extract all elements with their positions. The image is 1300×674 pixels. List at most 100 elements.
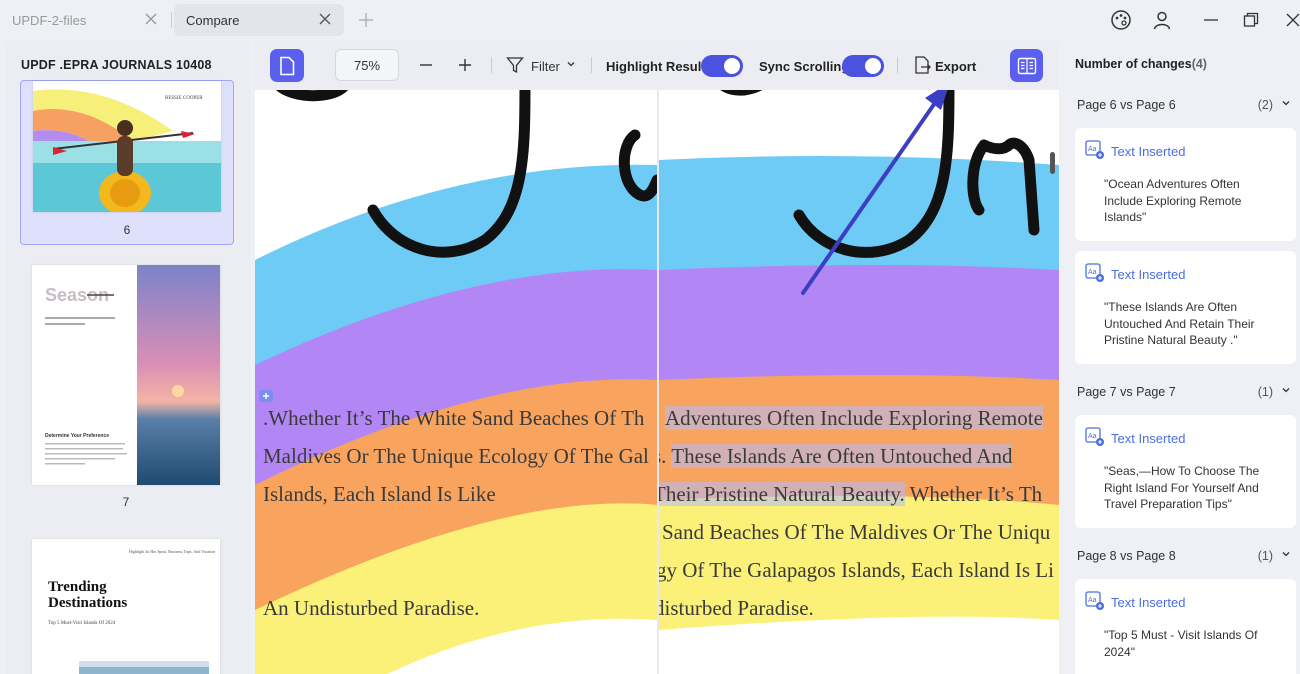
- document-text-line: Adventures Often Include Exploring Remot…: [665, 406, 1043, 431]
- side-by-side-view-button[interactable]: [1010, 49, 1043, 82]
- page-background-art: [659, 90, 1059, 674]
- change-card[interactable]: Aa Text Inserted "Ocean Adventures Often…: [1075, 128, 1296, 241]
- sync-scrolling-toggle[interactable]: [842, 55, 884, 77]
- thumbnail-subheading: Determine Your Preference: [45, 433, 109, 439]
- thumbnail-page-6[interactable]: BESSIE COOPER 6: [20, 80, 234, 245]
- tab-label: UPDF-2-files: [12, 12, 87, 28]
- thumbnail-subtitle: Top 5 Must-Visit Islands Of 2024: [48, 621, 116, 626]
- svg-text:Aa: Aa: [1088, 146, 1097, 153]
- inserted-text-highlight[interactable]: Adventures Often Include Exploring Remot…: [665, 406, 1043, 430]
- thumbnail-author: BESSIE COOPER: [165, 96, 203, 101]
- close-tab-icon[interactable]: [318, 12, 332, 26]
- inserted-text-highlight[interactable]: Their Pristine Natural Beauty.: [659, 482, 905, 506]
- changes-count: (4): [1191, 57, 1207, 71]
- zoom-out-icon[interactable]: [416, 55, 436, 75]
- change-text: "Top 5 Must - Visit Islands Of 2024": [1104, 628, 1258, 659]
- changes-panel: Number of changes(4) Page 6 vs Page 6 (2…: [1064, 40, 1300, 674]
- export-icon[interactable]: [911, 54, 933, 76]
- page-background-art: [255, 90, 657, 674]
- export-button[interactable]: Export: [935, 59, 976, 74]
- zoom-level-field[interactable]: 75%: [335, 49, 399, 81]
- document-text-line: Islands, Each Island Is Like: [263, 482, 496, 506]
- original-document-pane[interactable]: .Whether It’s The White Sand Beaches Of …: [255, 90, 657, 674]
- chevron-down-icon[interactable]: [565, 58, 577, 70]
- text-inserted-icon: Aa: [1085, 263, 1104, 282]
- document-text-line: Maldives Or The Unique Ecology Of The Ga…: [263, 444, 649, 468]
- sync-scrolling-label: Sync Scrolling: [759, 59, 850, 74]
- group-label: Page 8 vs Page 8: [1077, 549, 1176, 563]
- highlight-result-label: Highlight Result: [606, 59, 706, 74]
- change-type: Text Inserted: [1111, 144, 1186, 159]
- tab-label: Compare: [186, 12, 240, 28]
- change-group-page-7[interactable]: Page 7 vs Page 7 (1): [1077, 385, 1297, 399]
- document-compare-viewer[interactable]: .Whether It’s The White Sand Beaches Of …: [255, 90, 1059, 674]
- comment-marker-icon: [259, 390, 273, 402]
- new-tab-icon[interactable]: [356, 10, 376, 30]
- group-count: (1): [1257, 385, 1273, 399]
- change-text: "Seas,—How To Choose The Right Island Fo…: [1104, 464, 1260, 511]
- tab-compare[interactable]: Compare: [174, 4, 344, 36]
- group-label: Page 7 vs Page 7: [1077, 385, 1176, 399]
- group-count: (1): [1257, 549, 1273, 563]
- text-inserted-icon: Aa: [1085, 140, 1104, 159]
- single-page-view-button[interactable]: [270, 49, 304, 82]
- page-thumbnail-sidebar: UPDF .EPRA JOURNALS 10408 BESSIE COOPER: [5, 40, 250, 674]
- filter-icon[interactable]: [505, 54, 525, 76]
- close-tab-icon[interactable]: [144, 12, 158, 26]
- svg-text:Aa: Aa: [1088, 433, 1097, 440]
- restore-icon[interactable]: [1239, 8, 1263, 32]
- thumbnail-image: Highlight Its Hot Spots, Business Trips,…: [32, 539, 220, 674]
- thumbnail-image: BESSIE COOPER: [33, 81, 221, 212]
- highlight-result-toggle[interactable]: [701, 55, 743, 77]
- tab-divider: [171, 12, 172, 28]
- inserted-text-highlight[interactable]: These Islands Are Often Untouched And: [671, 444, 1013, 468]
- change-group-page-8[interactable]: Page 8 vs Page 8 (1): [1077, 549, 1297, 563]
- change-card[interactable]: Aa Text Inserted "Seas,—How To Choose Th…: [1075, 415, 1296, 528]
- page-icon: [280, 56, 295, 75]
- document-text-line: Their Pristine Natural Beauty. Whether I…: [659, 482, 1042, 507]
- compare-toolbar: 75% Filter Highlight Result Sync Scrolli…: [255, 40, 1059, 90]
- change-type: Text Inserted: [1111, 595, 1186, 610]
- document-title: UPDF .EPRA JOURNALS 10408: [21, 58, 212, 72]
- thumbnail-page-8[interactable]: Highlight Its Hot Spots, Business Trips,…: [20, 539, 234, 674]
- document-text-line: An Undisturbed Paradise.: [263, 596, 480, 620]
- svg-text:Destinations: Destinations: [48, 595, 127, 611]
- account-icon[interactable]: [1150, 8, 1174, 32]
- page-number: 7: [122, 495, 130, 509]
- group-count: (2): [1257, 98, 1273, 112]
- text-inserted-icon: Aa: [1085, 427, 1104, 446]
- chevron-down-icon[interactable]: [1281, 385, 1291, 395]
- zoom-in-icon[interactable]: [455, 55, 475, 75]
- toolbar-divider: [491, 57, 492, 73]
- close-icon[interactable]: [1281, 8, 1300, 32]
- thumbnail-page-7[interactable]: Season Determine Your Preference 7: [20, 265, 234, 515]
- theme-icon[interactable]: [1109, 8, 1133, 32]
- change-card[interactable]: Aa Text Inserted "These Islands Are Ofte…: [1075, 251, 1296, 364]
- text-inserted-icon: Aa: [1085, 591, 1104, 610]
- change-text: "Ocean Adventures Often Include Explorin…: [1104, 177, 1242, 224]
- document-text-line: .Whether It’s The White Sand Beaches Of …: [263, 406, 645, 430]
- title-bar: UPDF-2-files Compare: [0, 0, 1300, 40]
- document-text-line: s. These Islands Are Often Untouched And: [659, 444, 1013, 469]
- page-number: 6: [123, 223, 131, 237]
- filter-dropdown[interactable]: Filter: [531, 59, 560, 74]
- change-card[interactable]: Aa Text Inserted "Top 5 Must - Visit Isl…: [1075, 579, 1296, 674]
- minimize-icon[interactable]: [1199, 8, 1223, 32]
- vertical-scrollbar[interactable]: [1050, 152, 1055, 174]
- chevron-down-icon[interactable]: [1281, 98, 1291, 108]
- svg-text:Aa: Aa: [1088, 597, 1097, 604]
- tab-updf-2-files[interactable]: UPDF-2-files: [0, 4, 170, 36]
- chevron-down-icon[interactable]: [1281, 549, 1291, 559]
- text-segment: s.: [659, 444, 667, 468]
- modified-document-pane[interactable]: Adventures Often Include Exploring Remot…: [659, 90, 1059, 674]
- change-type: Text Inserted: [1111, 267, 1186, 282]
- change-text: "These Islands Are Often Untouched And R…: [1104, 300, 1255, 347]
- change-group-page-6[interactable]: Page 6 vs Page 6 (2): [1077, 98, 1297, 112]
- document-text-line: disturbed Paradise.: [659, 596, 814, 620]
- svg-text:Trending: Trending: [48, 579, 107, 595]
- svg-text:Aa: Aa: [1088, 269, 1097, 276]
- toolbar-divider: [897, 57, 898, 73]
- change-type: Text Inserted: [1111, 431, 1186, 446]
- book-icon: [1017, 57, 1036, 74]
- document-text-line: gy Of The Galapagos Islands, Each Island…: [659, 558, 1054, 582]
